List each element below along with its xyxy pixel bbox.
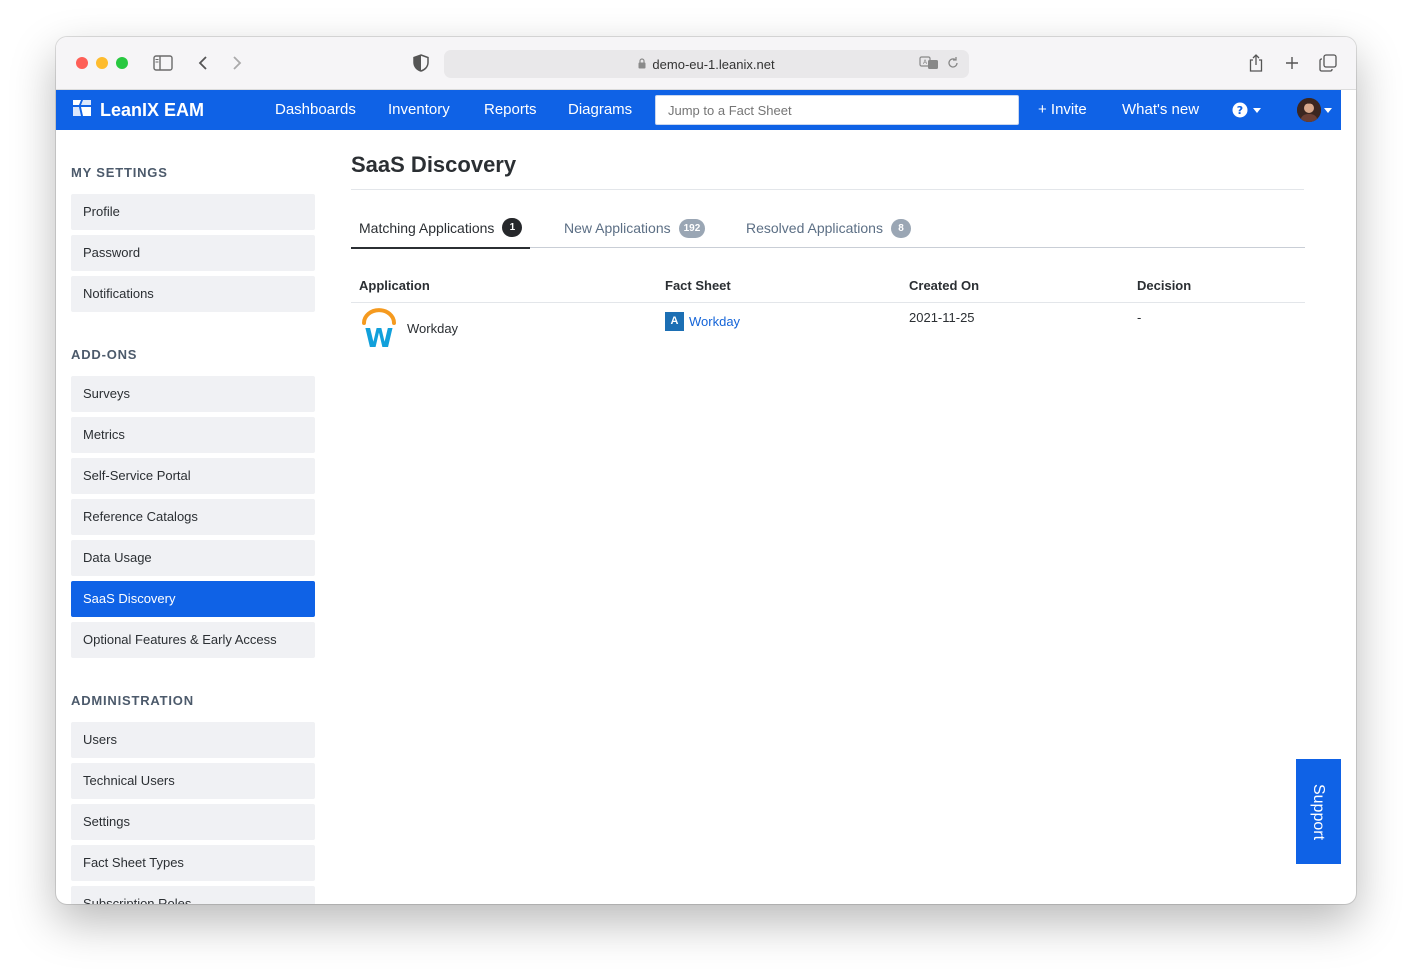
- nav-diagrams[interactable]: Diagrams: [568, 90, 632, 130]
- leanix-logo[interactable]: LeanIX EAM: [72, 90, 204, 130]
- reload-icon[interactable]: [947, 56, 959, 73]
- count-badge: 8: [890, 218, 911, 238]
- nav-reports[interactable]: Reports: [484, 90, 537, 130]
- column-header-created-on[interactable]: Created On: [909, 278, 979, 293]
- application-name: Workday: [407, 321, 459, 336]
- column-header-application[interactable]: Application: [359, 278, 430, 293]
- share-icon[interactable]: [1246, 51, 1266, 75]
- svg-text:A: A: [923, 59, 928, 66]
- tab-overview-icon[interactable]: [1318, 51, 1338, 75]
- support-button[interactable]: Support: [1296, 759, 1341, 864]
- section-title-administration: ADMINISTRATION: [71, 693, 194, 708]
- zoom-window-button[interactable]: [116, 57, 128, 69]
- sidebar-item-technical-users[interactable]: Technical Users: [71, 763, 315, 799]
- section-title-add-ons: ADD-ONS: [71, 347, 138, 362]
- sidebar-item-subscription-roles[interactable]: Subscription Roles: [71, 886, 315, 904]
- count-badge: 192: [678, 218, 706, 238]
- svg-text:?: ?: [1237, 104, 1243, 117]
- user-avatar[interactable]: [1297, 98, 1321, 122]
- nav-inventory[interactable]: Inventory: [388, 90, 450, 130]
- tab-matching-applications[interactable]: Matching Applications 1: [351, 208, 531, 249]
- count-badge: 1: [502, 218, 523, 237]
- sidebar-item-data-usage[interactable]: Data Usage: [71, 540, 315, 576]
- invite-button[interactable]: + Invite: [1038, 90, 1087, 130]
- tab-resolved-applications[interactable]: Resolved Applications 8: [738, 208, 919, 248]
- new-tab-icon[interactable]: [1282, 51, 1302, 75]
- svg-text:W: W: [365, 324, 394, 349]
- sidebar-item-surveys[interactable]: Surveys: [71, 376, 315, 412]
- minimize-window-button[interactable]: [96, 57, 108, 69]
- sidebar-item-settings[interactable]: Settings: [71, 804, 315, 840]
- discovery-tabs: Matching Applications 1 New Applications…: [351, 208, 1305, 249]
- privacy-shield-icon[interactable]: [411, 51, 431, 75]
- sidebar-item-users[interactable]: Users: [71, 722, 315, 758]
- tab-new-applications[interactable]: New Applications 192: [556, 208, 713, 248]
- url-text: demo-eu-1.leanix.net: [652, 56, 775, 72]
- section-title-my-settings: MY SETTINGS: [71, 165, 168, 180]
- sidebar-item-fact-sheet-types[interactable]: Fact Sheet Types: [71, 845, 315, 881]
- workday-logo-icon: W: [361, 307, 397, 354]
- sidebar-toggle-icon[interactable]: [152, 51, 174, 75]
- sidebar-item-profile[interactable]: Profile: [71, 194, 315, 230]
- translate-icon[interactable]: A: [919, 56, 939, 73]
- leanix-logo-icon: [72, 99, 92, 122]
- close-window-button[interactable]: [76, 57, 88, 69]
- lock-icon: [638, 57, 646, 72]
- fact-sheet-type-badge: A: [665, 312, 684, 331]
- fact-sheet-name: Workday: [689, 314, 741, 329]
- title-divider: [351, 189, 1304, 190]
- help-icon[interactable]: ?: [1232, 102, 1248, 118]
- settings-sidebar: MY SETTINGS Profile Password Notificatio…: [71, 130, 315, 904]
- sidebar-item-optional-features[interactable]: Optional Features & Early Access: [71, 622, 315, 658]
- sidebar-item-metrics[interactable]: Metrics: [71, 417, 315, 453]
- tab-label: Matching Applications: [359, 219, 495, 236]
- sidebar-item-reference-catalogs[interactable]: Reference Catalogs: [71, 499, 315, 535]
- sidebar-item-self-service-portal[interactable]: Self-Service Portal: [71, 458, 315, 494]
- back-icon[interactable]: [194, 51, 212, 75]
- nav-dashboards[interactable]: Dashboards: [275, 90, 356, 130]
- forward-icon[interactable]: [228, 51, 246, 75]
- fact-sheet-search-input[interactable]: [655, 95, 1019, 125]
- page-title: SaaS Discovery: [351, 152, 517, 177]
- column-header-fact-sheet[interactable]: Fact Sheet: [665, 278, 731, 293]
- main-content: SaaS Discovery Matching Applications 1 N…: [351, 130, 1306, 904]
- tab-label: New Applications: [564, 220, 671, 236]
- help-chevron-down-icon[interactable]: [1253, 108, 1261, 113]
- tab-label: Resolved Applications: [746, 220, 883, 236]
- app-navbar: LeanIX EAM Dashboards Inventory Reports …: [56, 90, 1341, 130]
- support-label: Support: [1310, 783, 1328, 840]
- user-chevron-down-icon[interactable]: [1324, 108, 1332, 113]
- whats-new-link[interactable]: What's new: [1122, 90, 1199, 130]
- address-bar[interactable]: demo-eu-1.leanix.net A: [444, 50, 969, 78]
- sidebar-item-notifications[interactable]: Notifications: [71, 276, 315, 312]
- created-on-value: 2021-11-25: [909, 310, 975, 325]
- brand-name: LeanIX EAM: [100, 99, 205, 120]
- sidebar-item-saas-discovery[interactable]: SaaS Discovery: [71, 581, 315, 617]
- sidebar-item-password[interactable]: Password: [71, 235, 315, 271]
- fact-sheet-link[interactable]: A Workday: [665, 312, 740, 331]
- table-header-divider: [351, 302, 1305, 303]
- browser-toolbar: demo-eu-1.leanix.net A: [56, 37, 1356, 90]
- browser-window: demo-eu-1.leanix.net A LeanIX EAM Dashbo…: [56, 37, 1356, 904]
- column-header-decision[interactable]: Decision: [1137, 278, 1191, 293]
- decision-value: -: [1137, 310, 1142, 325]
